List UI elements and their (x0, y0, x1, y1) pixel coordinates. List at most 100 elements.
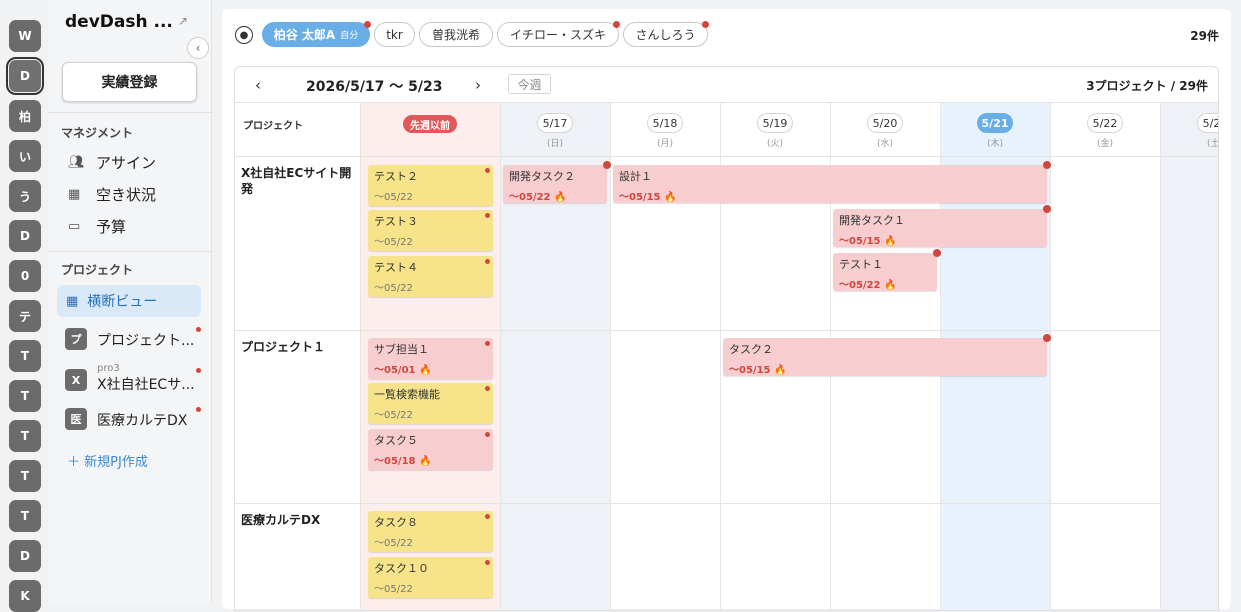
project-item[interactable]: プ プロジェクト... (65, 323, 205, 353)
row-project-title[interactable]: 医療カルテDX (241, 512, 356, 528)
chevron-left-icon: ‹ (195, 41, 201, 55)
alert-dot (196, 368, 201, 373)
project-name: プロジェクト... (97, 333, 195, 349)
project-label: プロジェクト (61, 263, 134, 277)
task-bar[interactable]: タスク２ 〜05/15 🔥 (723, 334, 1051, 376)
project-column-header: プロジェクト (243, 121, 303, 132)
collapse-sidebar-button[interactable]: ‹ (187, 37, 209, 59)
project-badge: X (65, 369, 87, 391)
management-label: マネジメント (61, 126, 134, 140)
rail-item[interactable]: D (9, 220, 41, 252)
project-summary: 3プロジェクト / 29件 (1086, 79, 1208, 93)
workspace-rail: W D 柏 い う D 0 テ T T T T T D K (0, 0, 48, 612)
rail-item[interactable]: 0 (9, 260, 41, 292)
record-button[interactable]: 実績登録 (62, 62, 197, 102)
task-bar[interactable]: 開発タスク１ 〜05/15 🔥 (833, 205, 1051, 247)
rail-item[interactable]: W (9, 20, 41, 52)
alert-dot (485, 259, 490, 264)
task-card[interactable]: タスク１０ 〜05/22 (368, 557, 493, 598)
prev-week-button[interactable]: ‹ (255, 76, 261, 94)
project-name: 医療カルテDX (97, 413, 188, 429)
date-pill: 5/23 (1197, 113, 1218, 133)
alert-dot (613, 21, 620, 28)
calendar-grid: プロジェクト 先週以前 5/17 (日) 5/18 (月) 5/19 (火) 5… (235, 103, 1218, 610)
rail-item[interactable]: T (9, 420, 41, 452)
task-card[interactable]: タスク５ 〜05/18 🔥 (368, 429, 493, 470)
rail-item[interactable]: T (9, 380, 41, 412)
row-project-title[interactable]: プロジェクト１ (241, 339, 356, 355)
task-bar[interactable]: テスト１ 〜05/22 🔥 (833, 249, 941, 291)
menu-item-availability[interactable]: ▦ 空き状況 (68, 182, 156, 206)
alert-dot (485, 514, 490, 519)
user-chip[interactable]: 曽我洸希 (419, 22, 493, 47)
rail-item[interactable]: う (9, 180, 41, 212)
user-chip[interactable]: tkr (374, 22, 415, 47)
external-link-icon[interactable]: ↗ (178, 14, 192, 28)
alert-dot (1043, 161, 1051, 169)
row-divider (235, 330, 1160, 331)
task-card[interactable]: 一覧検索機能 〜05/22 (368, 383, 493, 424)
day-of-week: (月) (656, 139, 674, 149)
task-card[interactable]: テスト３ 〜05/22 (368, 210, 493, 251)
task-card[interactable]: タスク８ 〜05/22 (368, 511, 493, 552)
alert-dot (1043, 205, 1051, 213)
row-project-title[interactable]: X社自社ECサイト開発 (241, 165, 356, 197)
date-pill: 5/18 (647, 113, 683, 133)
project-badge: 医 (65, 408, 87, 430)
rail-item[interactable]: T (9, 460, 41, 492)
date-pill: 5/17 (537, 113, 573, 133)
user-circle-icon: ● (235, 26, 253, 44)
rail-item[interactable]: T (9, 500, 41, 532)
date-pill: 5/22 (1087, 113, 1123, 133)
day-column (1160, 103, 1218, 610)
prev-weeks-badge: 先週以前 (403, 115, 457, 133)
alert-dot (485, 168, 490, 173)
project-name: X社自社ECサ... (97, 377, 195, 393)
rail-item[interactable]: T (9, 340, 41, 372)
row-divider (235, 503, 1160, 504)
date-pill: 5/20 (867, 113, 903, 133)
date-pill: 5/19 (757, 113, 793, 133)
alert-dot (485, 560, 490, 565)
new-project-link[interactable]: ＋ 新規PJ作成 (67, 451, 148, 470)
menu-item-budget[interactable]: ▭ 予算 (68, 214, 126, 238)
rail-item-active[interactable]: D (6, 57, 44, 95)
wallet-icon: ▭ (68, 218, 81, 234)
task-card[interactable]: テスト２ 〜05/22 (368, 165, 493, 206)
users-icon: 👥︎ (68, 154, 85, 170)
project-code: pro3 (97, 363, 120, 374)
this-week-button[interactable]: 今週 (508, 74, 551, 94)
alert-dot (196, 407, 201, 412)
next-week-button[interactable]: › (475, 76, 481, 94)
day-of-week: (木) (986, 139, 1004, 149)
project-item[interactable]: 医 医療カルテDX (65, 403, 205, 433)
menu-item-assign[interactable]: 👥︎ アサイン (68, 150, 156, 174)
rail-item[interactable]: テ (9, 300, 41, 332)
alert-dot (364, 21, 371, 28)
rail-item[interactable]: い (9, 140, 41, 172)
task-card[interactable]: サブ担当１ 〜05/01 🔥 (368, 338, 493, 379)
sidebar: devDash ... ↗ ‹ 実績登録 マネジメント 👥︎ アサイン ▦ 空き状況… (48, 0, 212, 602)
user-chip[interactable]: イチロー・スズキ (497, 21, 620, 47)
rail-item[interactable]: D (9, 540, 41, 572)
day-of-week: (金) (1096, 139, 1114, 149)
calendar-icon: ▦ (68, 186, 81, 202)
task-card[interactable]: テスト４ 〜05/22 (368, 256, 493, 297)
alert-dot (485, 213, 490, 218)
task-bar[interactable]: 設計１ 〜05/15 🔥 (613, 161, 1051, 203)
user-chip[interactable]: さんしろう (623, 21, 709, 47)
day-column (1050, 103, 1160, 610)
task-bar[interactable]: 開発タスク２ 〜05/22 🔥 (503, 161, 611, 203)
day-of-week: (水) (876, 139, 894, 149)
alert-dot (196, 327, 201, 332)
grid-icon: ▦ (66, 293, 79, 309)
project-item[interactable]: X pro3 X社自社ECサ... (65, 363, 205, 394)
alert-dot (603, 161, 611, 169)
user-chip-active[interactable]: 柏谷 太郎A 自分 (262, 21, 371, 47)
nav-cross-view[interactable]: ▦ 横断ビュー (57, 285, 201, 317)
rail-item[interactable]: 柏 (9, 100, 41, 132)
alert-dot (1043, 334, 1051, 342)
rail-item[interactable]: K (9, 580, 41, 612)
app-title: devDash ... (65, 12, 173, 32)
plus-icon: ＋ (67, 455, 85, 470)
